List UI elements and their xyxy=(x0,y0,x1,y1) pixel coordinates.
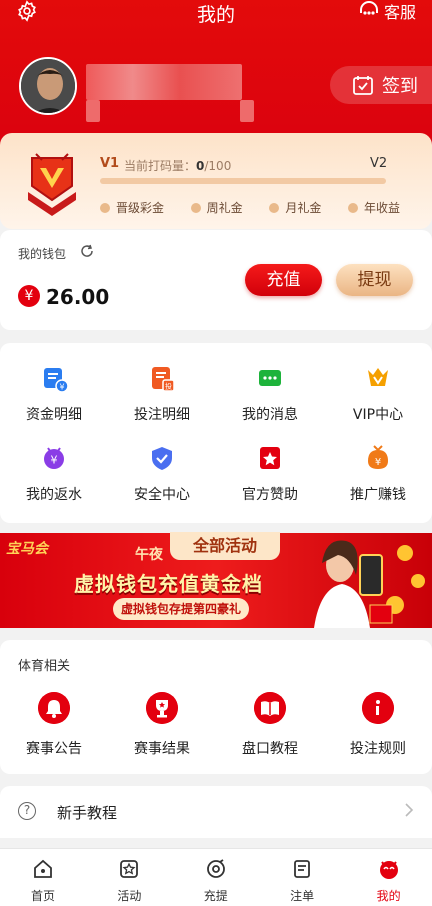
vip-badge-icon xyxy=(28,153,76,216)
tab-label: 我的 xyxy=(376,889,401,903)
bet-record-icon: 投 xyxy=(152,367,175,392)
banner-headline-fragment: 午夜 xyxy=(135,547,163,563)
customer-service-label: 客服 xyxy=(383,3,416,22)
message-icon xyxy=(259,370,281,386)
sports-item-label: 盘口教程 xyxy=(242,741,298,757)
banner-subtitle: 虚拟钱包存提第四豪礼 xyxy=(113,598,250,620)
vip-benefit: 晋级彩金 xyxy=(100,199,164,216)
currency-yen-icon: ¥ xyxy=(18,285,40,307)
banner-logo: 宝马会 xyxy=(6,541,48,557)
top-bar: 我的 客服 xyxy=(0,0,432,26)
shield-icon xyxy=(152,447,172,470)
wallet-balance: 26.00 xyxy=(46,285,110,309)
sports-item-label: 投注规则 xyxy=(350,741,406,757)
profile-icon xyxy=(379,861,398,879)
trophy-icon xyxy=(146,692,178,724)
vip-next-level: V2 xyxy=(370,156,388,171)
refresh-icon[interactable] xyxy=(80,244,94,258)
menu-item-shield[interactable]: 安全中心 xyxy=(108,444,216,504)
vip-benefits: 晋级彩金 周礼金 月礼金 年收益 xyxy=(100,199,400,216)
ledger-icon: ¥ xyxy=(44,368,69,393)
vip-benefit: 周礼金 xyxy=(190,199,243,216)
info-icon xyxy=(362,692,394,724)
vip-progress-text: 当前打码量：0/100 xyxy=(124,159,232,173)
menu-item-rebate[interactable]: ¥ 我的返水 xyxy=(0,444,108,504)
recharge-button[interactable]: 充值 xyxy=(245,264,322,296)
rebate-icon: ¥ xyxy=(44,447,64,469)
sports-item-book[interactable]: 盘口教程 xyxy=(216,692,324,758)
sports-item-info[interactable]: 投注规则 xyxy=(324,692,432,758)
vip-crown-icon xyxy=(368,368,388,386)
vip-current-level: V1 xyxy=(100,156,120,171)
svg-text:¥: ¥ xyxy=(375,457,381,468)
question-icon: ? xyxy=(18,802,36,820)
vip-progress-bar xyxy=(100,178,386,184)
menu-item-label: 我的返水 xyxy=(26,487,82,503)
menu-item-label: VIP中心 xyxy=(352,407,404,423)
signin-label: 签到 xyxy=(382,76,418,97)
calendar-check-icon xyxy=(353,76,373,95)
avatar[interactable] xyxy=(19,57,77,115)
menu-item-label: 安全中心 xyxy=(134,487,190,503)
menu-item-label: 投注明细 xyxy=(134,407,190,423)
wallet-label: 我的钱包 xyxy=(18,247,67,261)
tab-label: 活动 xyxy=(117,889,142,903)
menu-item-bet-record[interactable]: 投投注明细 xyxy=(108,364,216,424)
vip-benefit: 年收益 xyxy=(347,199,400,216)
menu-item-label: 资金明细 xyxy=(26,407,82,423)
tab-bet-slip[interactable]: 注单 xyxy=(259,858,345,904)
tab-label: 首页 xyxy=(30,889,55,903)
all-activities-tag[interactable]: 全部活动 xyxy=(170,532,280,560)
svg-text:投: 投 xyxy=(165,382,172,391)
tab-label: 充提 xyxy=(203,889,228,903)
book-icon xyxy=(254,692,286,724)
bell-icon xyxy=(38,692,70,724)
tab-home[interactable]: 首页 xyxy=(0,858,86,904)
customer-service-button[interactable]: 客服 xyxy=(358,0,416,22)
star-box-icon xyxy=(120,860,139,878)
home-icon xyxy=(34,859,52,878)
vip-benefit: 月礼金 xyxy=(269,199,321,216)
sports-section-title: 体育相关 xyxy=(18,659,71,674)
sports-item-bell[interactable]: 赛事公告 xyxy=(0,692,108,758)
sports-item-label: 赛事公告 xyxy=(26,741,82,757)
tab-label: 注单 xyxy=(290,889,315,903)
menu-item-label: 推广赚钱 xyxy=(350,487,406,503)
withdraw-button[interactable]: 提现 xyxy=(336,264,413,296)
tab-profile[interactable]: 我的 xyxy=(346,858,432,904)
menu-item-ledger[interactable]: ¥ 资金明细 xyxy=(0,364,108,424)
menu-item-sponsor-star[interactable]: 官方赞助 xyxy=(216,444,324,504)
headset-icon xyxy=(359,1,378,15)
menu-item-message[interactable]: 我的消息 xyxy=(216,364,324,424)
bet-slip-icon xyxy=(294,860,311,878)
menu-item-promote-money[interactable]: ¥ 推广赚钱 xyxy=(324,444,432,504)
svg-text:¥: ¥ xyxy=(59,383,64,392)
signin-button[interactable]: 签到 xyxy=(330,66,432,104)
menu-item-label: 我的消息 xyxy=(242,407,298,423)
menu-item-label: 官方赞助 xyxy=(242,487,298,503)
tab-recharge[interactable]: 充提 xyxy=(173,858,259,904)
chevron-right-icon xyxy=(405,803,414,817)
beginner-guide-label: 新手教程 xyxy=(57,804,118,822)
sports-item-trophy[interactable]: 赛事结果 xyxy=(108,692,216,758)
promote-money-icon: ¥ xyxy=(368,445,388,469)
menu-item-vip-crown[interactable]: VIP中心 xyxy=(324,364,432,424)
banner-title: 虚拟钱包充值黄金档 xyxy=(74,572,263,596)
svg-text:¥: ¥ xyxy=(51,454,58,467)
recharge-icon xyxy=(206,859,225,878)
tab-star-box[interactable]: 活动 xyxy=(86,858,172,904)
banner-promo-illustration xyxy=(314,540,425,628)
sports-item-label: 赛事结果 xyxy=(134,741,190,757)
sponsor-star-icon xyxy=(260,447,280,469)
